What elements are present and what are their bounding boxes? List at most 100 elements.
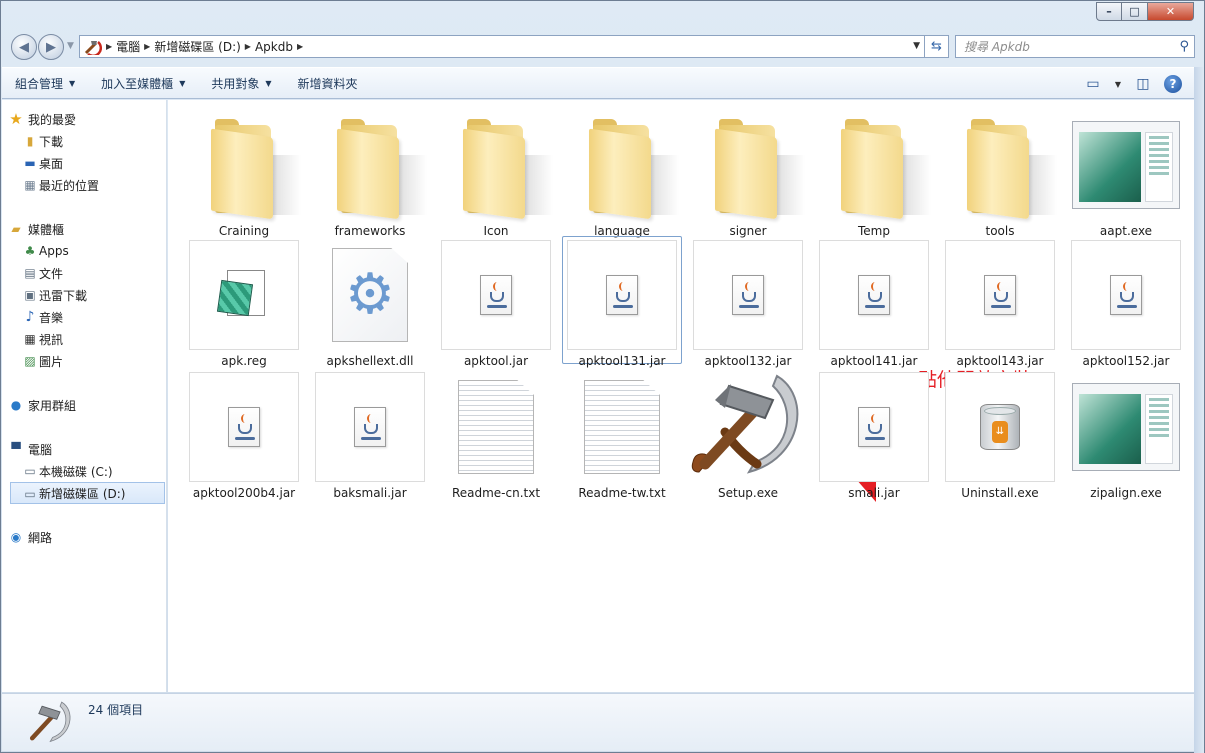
new-folder-button[interactable]: 新增資料夾: [285, 68, 371, 98]
nav-item-label: 視訊: [39, 332, 64, 347]
file-item[interactable]: tools: [944, 110, 1057, 238]
file-name: apkshellext.dll: [326, 354, 414, 368]
file-item[interactable]: apktool141.jar: [818, 240, 930, 368]
address-bar[interactable]: ▶ 電腦 ▶ 新增磁碟區 (D:) ▶ Apkdb ▶ ▼: [79, 35, 925, 58]
recent-places-icon: ▦: [24, 178, 36, 192]
maximize-button[interactable]: □: [1122, 2, 1148, 21]
file-name: apktool132.jar: [704, 354, 792, 368]
search-icon[interactable]: ⚲: [1179, 39, 1189, 54]
share-with-label: 共用對象: [211, 76, 260, 91]
search-placeholder: 搜尋 Apkdb: [964, 40, 1030, 54]
file-item[interactable]: apktool143.jar: [944, 240, 1056, 368]
file-item[interactable]: zipalign.exe: [1070, 372, 1182, 500]
help-button[interactable]: ?: [1162, 73, 1184, 95]
file-item[interactable]: apktool132.jar: [692, 240, 804, 368]
file-item[interactable]: signer: [692, 110, 805, 238]
address-dropdown-icon[interactable]: ▼: [913, 41, 920, 51]
nav-item-drive-c[interactable]: ▭ 本機磁碟 (C:): [2, 460, 167, 482]
file-item[interactable]: aapt.exe: [1070, 110, 1182, 238]
file-item[interactable]: apktool.jar: [440, 240, 552, 368]
share-with-menu[interactable]: 共用對象 ▼: [198, 68, 284, 98]
file-item[interactable]: Readme-cn.txt: [440, 372, 552, 500]
music-note-icon: ♪: [25, 309, 35, 325]
nav-libraries-label: 媒體櫃: [28, 222, 65, 237]
file-item[interactable]: Setup.exe: [692, 372, 804, 500]
java-jar-icon: [228, 407, 260, 447]
drive-icon: ▭: [24, 487, 36, 501]
nav-item-recent-places[interactable]: ▦ 最近的位置: [2, 174, 167, 196]
back-button[interactable]: ◀: [11, 34, 37, 60]
nav-item-desktop[interactable]: ▬ 桌面: [2, 152, 167, 174]
file-item[interactable]: apktool131.jar: [562, 236, 682, 368]
nav-favorites-label: 我的最愛: [28, 112, 77, 127]
file-thumbnail: ⇊: [945, 372, 1055, 482]
close-button[interactable]: ✕: [1148, 2, 1194, 21]
file-item[interactable]: ⚙ apkshellext.dll: [314, 240, 426, 368]
nav-computer[interactable]: ▀ 電腦: [2, 438, 167, 460]
nav-item-label: 桌面: [39, 156, 64, 171]
file-thumbnail: [819, 110, 931, 220]
recent-pages-dropdown-icon[interactable]: ▼: [67, 41, 74, 51]
breadcrumb-apkdb[interactable]: Apkdb: [255, 40, 293, 54]
view-options-dropdown[interactable]: ▼: [1112, 73, 1124, 95]
breadcrumb-computer[interactable]: 電腦: [116, 38, 140, 55]
nav-item-documents[interactable]: ▤ 文件: [2, 262, 167, 284]
chevron-down-icon: ▼: [1114, 79, 1122, 89]
nav-item-videos[interactable]: ▦ 視訊: [2, 328, 167, 350]
homegroup-group: ● 家用群組: [2, 394, 167, 416]
file-name: smali.jar: [848, 486, 900, 500]
java-jar-icon: [606, 275, 638, 315]
registry-file-icon: [216, 270, 269, 320]
breadcrumb-drive-d[interactable]: 新增磁碟區 (D:): [154, 38, 240, 55]
breadcrumb-separator-icon[interactable]: ▶: [144, 42, 150, 51]
file-item[interactable]: Craining: [188, 110, 301, 238]
downloads-folder-icon: ▮: [26, 134, 34, 148]
change-view-button[interactable]: ▭: [1082, 73, 1104, 95]
file-item[interactable]: Temp: [818, 110, 931, 238]
file-thumbnail: [1071, 240, 1181, 350]
nav-libraries[interactable]: ▰ 媒體櫃: [2, 218, 167, 240]
file-item[interactable]: baksmali.jar: [314, 372, 426, 500]
file-item[interactable]: Icon: [440, 110, 553, 238]
address-row: ◀ ▶ ▼ ▶ 電腦 ▶ 新增磁碟區 (D:) ▶ Apkdb ▶ ▼ ⇆ 搜尋…: [9, 33, 1195, 61]
item-count: 24 個項目: [88, 703, 144, 717]
nav-item-apps[interactable]: ♣ Apps: [2, 240, 167, 262]
file-name: apktool152.jar: [1082, 354, 1170, 368]
network-group: ◉ 網路: [2, 526, 167, 548]
file-item[interactable]: apktool200b4.jar: [188, 372, 300, 500]
breadcrumb-separator-icon[interactable]: ▶: [297, 42, 303, 51]
file-item[interactable]: Readme-tw.txt: [566, 372, 678, 500]
nav-item-thunder-downloads[interactable]: ▣ 迅雷下載: [2, 284, 167, 306]
file-name: Setup.exe: [717, 486, 779, 500]
nav-item-pictures[interactable]: ▨ 圖片: [2, 350, 167, 372]
explorer-window: – □ ✕ ◀ ▶ ▼ ▶ 電腦 ▶ 新增磁碟區 (D:) ▶ Apkdb ▶ …: [0, 0, 1205, 753]
minimize-button[interactable]: –: [1096, 2, 1122, 21]
file-item[interactable]: ⇊ Uninstall.exe: [944, 372, 1056, 500]
preview-pane-button[interactable]: ◫: [1132, 73, 1154, 95]
forward-button[interactable]: ▶: [38, 34, 64, 60]
file-thumbnail: [567, 372, 677, 482]
nav-item-drive-d[interactable]: ▭ 新增磁碟區 (D:): [10, 482, 165, 504]
file-item[interactable]: language: [566, 110, 679, 238]
file-item[interactable]: apktool152.jar: [1070, 240, 1182, 368]
include-in-library-menu[interactable]: 加入至媒體櫃 ▼: [88, 68, 198, 98]
breadcrumb-separator-icon[interactable]: ▶: [245, 42, 251, 51]
file-name: Readme-cn.txt: [451, 486, 541, 500]
file-name: signer: [729, 224, 767, 238]
nav-homegroup[interactable]: ● 家用群組: [2, 394, 167, 416]
nav-item-downloads[interactable]: ▮ 下載: [2, 130, 167, 152]
file-item[interactable]: smali.jar: [818, 372, 930, 500]
organize-menu[interactable]: 組合管理 ▼: [2, 68, 88, 98]
file-item[interactable]: frameworks: [314, 110, 427, 238]
file-item[interactable]: apk.reg: [188, 240, 300, 368]
nav-item-music[interactable]: ♪ 音樂: [2, 306, 167, 328]
nav-favorites[interactable]: ★ 我的最愛: [2, 108, 167, 130]
folder-icon: [715, 115, 805, 220]
refresh-button[interactable]: ⇆: [925, 35, 949, 58]
search-input[interactable]: 搜尋 Apkdb ⚲: [955, 35, 1195, 58]
nav-item-label: Apps: [39, 244, 69, 258]
nav-network[interactable]: ◉ 網路: [2, 526, 167, 548]
nav-item-label: 迅雷下載: [39, 288, 88, 303]
preview-pane-icon: ◫: [1136, 76, 1150, 92]
folder-icon: [967, 115, 1057, 220]
